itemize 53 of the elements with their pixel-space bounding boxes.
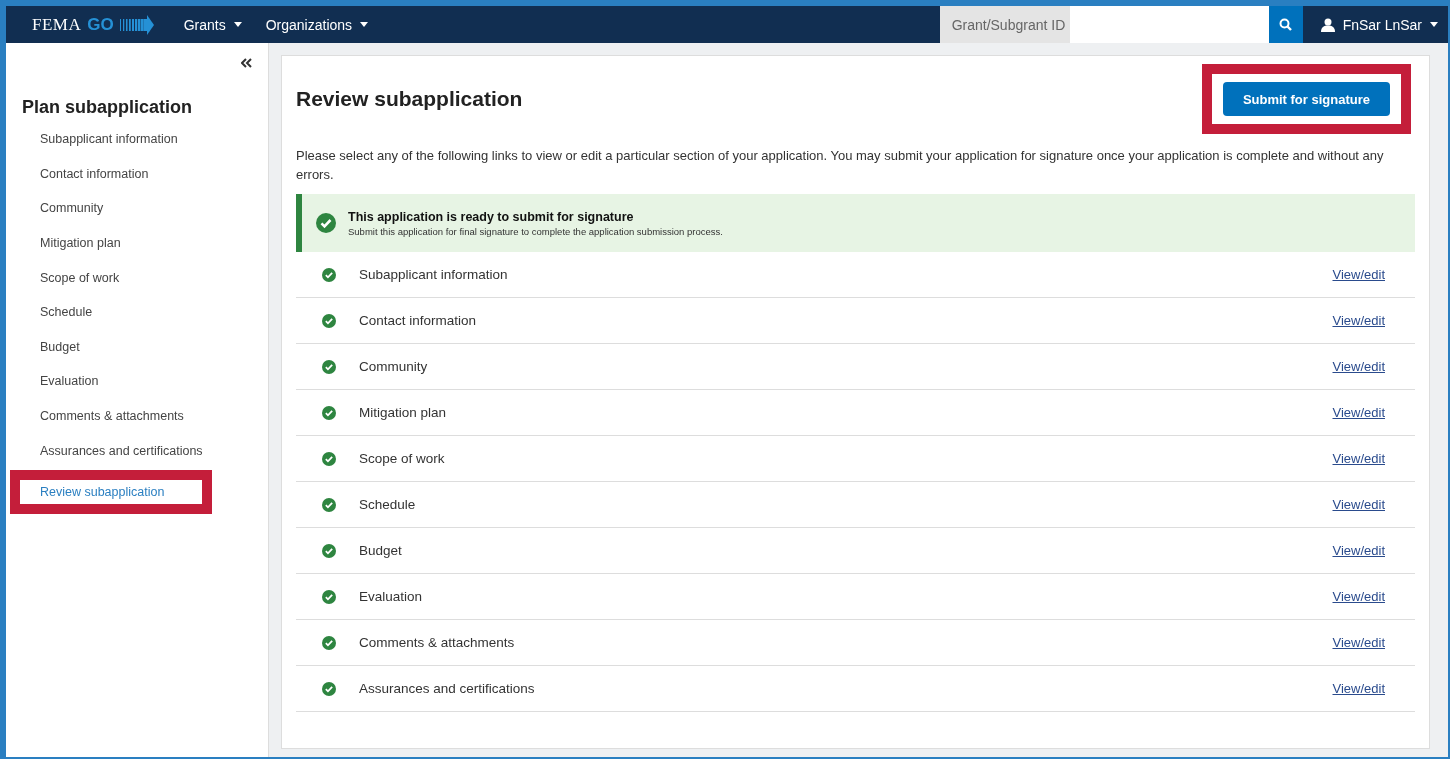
sidebar-item[interactable]: Review subapplication [10, 469, 213, 514]
caret-icon [233, 22, 242, 27]
view-edit-link[interactable]: View/edit [1332, 681, 1385, 696]
view-edit-link[interactable]: View/edit [1332, 405, 1385, 420]
section-label: Contact information [359, 313, 478, 328]
user-menu[interactable]: FnSar LnSar [1302, 6, 1448, 43]
page-title: Review subapplication [296, 87, 523, 111]
alert-message: Submit this application for final signature to complete the application submission process. [348, 225, 723, 237]
logo-mark-text: GO [87, 14, 114, 35]
alert-title: This application is ready to submit for signature [348, 209, 635, 224]
double-chevron-icon [241, 58, 252, 68]
check-circle-icon [316, 213, 336, 233]
search-label: Grant/Subgrant ID [939, 6, 1070, 43]
nav-menu[interactable]: Organizations [265, 16, 369, 33]
view-edit-link[interactable]: View/edit [1332, 543, 1385, 558]
section-label: Budget [359, 543, 403, 558]
search-icon [1279, 18, 1293, 31]
section-label: Schedule [359, 497, 417, 512]
view-edit-link[interactable]: View/edit [1332, 497, 1385, 512]
sidebar-item[interactable]: Subapplicant information [6, 122, 178, 157]
search-field[interactable] [1069, 6, 1269, 43]
view-edit-link[interactable]: View/edit [1332, 451, 1385, 466]
user-icon [1320, 17, 1335, 32]
section-label: Evaluation [359, 589, 424, 604]
section-label: Mitigation plan [359, 405, 448, 420]
view-edit-link[interactable]: View/edit [1332, 589, 1385, 604]
section-label: Assurances and certifications [359, 681, 536, 696]
logo-text: FEMA [32, 14, 82, 35]
sidebar-item[interactable]: Scope of work [6, 260, 120, 295]
view-edit-link[interactable]: View/edit [1332, 635, 1385, 650]
view-edit-link[interactable]: View/edit [1332, 313, 1385, 328]
section-label: Subapplicant information [359, 267, 509, 282]
view-edit-link[interactable]: View/edit [1332, 359, 1385, 374]
view-edit-link[interactable]: View/edit [1332, 267, 1385, 282]
intro-text: Please select any of the following links to view or edit a particular section of your application. You may submit your application for signature once your application is complete and without any errors. [296, 147, 1385, 184]
sidebar-item[interactable]: Comments & attachments [6, 398, 184, 434]
arrow-bars-icon [119, 14, 154, 35]
submit-button[interactable]: Submit for signature [1222, 82, 1390, 116]
sidebar-title: Plan subapplication [22, 97, 194, 118]
sidebar-item[interactable]: Budget [6, 329, 80, 365]
caret-icon [360, 22, 369, 27]
sidebar-item[interactable]: Community [6, 191, 104, 226]
sidebar-item[interactable]: Contact information [6, 156, 149, 192]
section-label: Scope of work [359, 451, 446, 466]
search-button[interactable] [1268, 6, 1303, 43]
sidebar-item[interactable]: Evaluation [6, 364, 99, 399]
caret-icon [1430, 22, 1438, 27]
sidebar-item[interactable]: Mitigation plan [6, 225, 121, 261]
section-label: Community [359, 359, 429, 374]
nav-menu[interactable]: Grants [183, 16, 242, 33]
sidebar-item[interactable]: Assurances and certifications [6, 433, 203, 468]
section-label: Comments & attachments [359, 635, 516, 650]
sidebar-item[interactable]: Schedule [6, 294, 93, 330]
